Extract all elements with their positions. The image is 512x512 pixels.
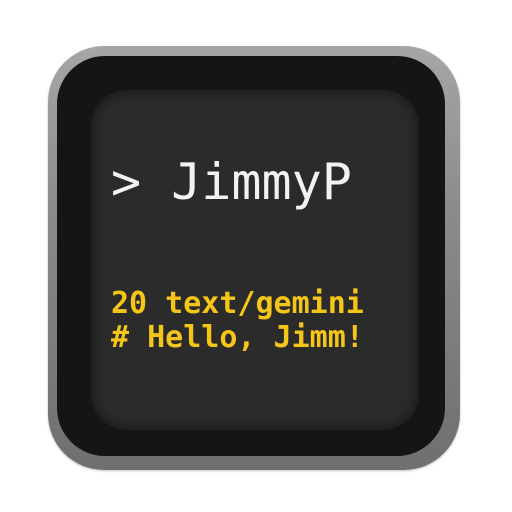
terminal-bezel: > JimmyP 20 text/gemini # Hello, Jimm! <box>57 56 445 456</box>
heading-line: # Hello, Jimm! <box>111 320 364 355</box>
app-icon: > JimmyP 20 text/gemini # Hello, Jimm! <box>48 46 460 470</box>
status-line: 20 text/gemini <box>111 286 364 321</box>
terminal-screen: > JimmyP 20 text/gemini # Hello, Jimm! <box>91 90 419 430</box>
prompt-text: > JimmyP <box>111 153 352 211</box>
